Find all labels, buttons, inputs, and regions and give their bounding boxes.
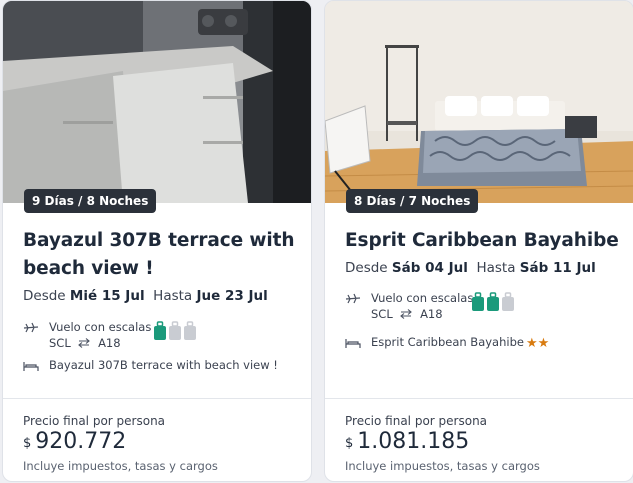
origin-code: SCL: [49, 336, 71, 350]
hotel-name: Esprit Caribbean Bayahibe: [371, 335, 524, 349]
bedroom-photo[interactable]: [325, 1, 633, 203]
star-rating: ★★: [525, 336, 550, 351]
from-date: Mié 15 Jul: [69, 288, 145, 304]
from-date: Sáb 04 Jul: [391, 260, 468, 276]
luggage-icon: [502, 292, 514, 311]
luggage-icons: [153, 321, 197, 341]
to-date: Jue 23 Jul: [196, 288, 268, 304]
date-range: Desde Sáb 04 Jul Hasta Sáb 11 Jul: [345, 260, 596, 276]
origin-code: SCL: [371, 307, 393, 321]
round-trip-arrows-icon: [399, 306, 413, 322]
to-label: Hasta: [476, 260, 516, 276]
destination-code: A18: [98, 336, 121, 350]
destination-code: A18: [420, 307, 443, 321]
round-trip-arrows-icon: [77, 335, 91, 351]
luggage-icon: [169, 321, 181, 340]
route: SCL A18: [371, 306, 443, 322]
price-label: Precio final por persona: [345, 414, 488, 428]
divider: [325, 398, 633, 399]
kitchen-photo[interactable]: [3, 1, 311, 203]
package-title[interactable]: Bayazul 307B terrace with beach view !: [23, 227, 297, 283]
package-card-2[interactable]: 8 Días / 7 Noches Esprit Caribbean Bayah…: [324, 0, 633, 482]
from-label: Desde: [23, 288, 66, 304]
duration-badge: 9 Días / 8 Noches: [24, 189, 157, 213]
luggage-icons: [471, 292, 515, 312]
price: $920.772: [23, 429, 126, 454]
price-label: Precio final por persona: [23, 414, 166, 428]
airplane-icon: [345, 292, 361, 306]
flight-type: Vuelo con escalas: [49, 320, 152, 334]
currency-symbol: $: [345, 436, 354, 451]
price-amount: 920.772: [35, 429, 127, 454]
to-label: Hasta: [153, 288, 193, 304]
luggage-icon: [154, 321, 166, 340]
price-amount: 1.081.185: [357, 429, 470, 454]
luggage-icon: [487, 292, 499, 311]
duration-badge: 8 Días / 7 Noches: [346, 189, 479, 213]
taxes-note: Incluye impuestos, tasas y cargos: [23, 459, 218, 473]
luggage-icon: [472, 292, 484, 311]
flight-type: Vuelo con escalas: [371, 291, 474, 305]
airplane-icon: [23, 321, 39, 335]
to-date: Sáb 11 Jul: [519, 260, 596, 276]
bed-icon: [345, 336, 361, 350]
taxes-note: Incluye impuestos, tasas y cargos: [345, 459, 540, 473]
bed-icon: [23, 359, 39, 373]
hotel-name: Bayazul 307B terrace with beach view !: [49, 358, 278, 372]
package-card-1[interactable]: 9 Días / 8 Noches Bayazul 307B terrace w…: [2, 0, 312, 482]
from-label: Desde: [345, 260, 388, 276]
route: SCL A18: [49, 335, 121, 351]
divider: [3, 398, 311, 399]
date-range: Desde Mié 15 Jul Hasta Jue 23 Jul: [23, 288, 268, 304]
currency-symbol: $: [23, 436, 32, 451]
package-title[interactable]: Esprit Caribbean Bayahibe: [345, 227, 619, 255]
price: $1.081.185: [345, 429, 469, 454]
luggage-icon: [184, 321, 196, 340]
